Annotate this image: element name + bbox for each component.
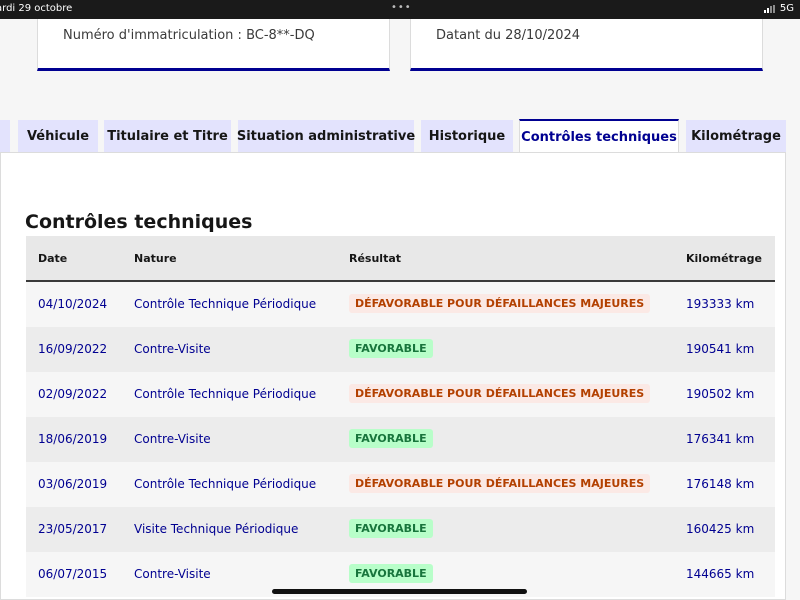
section-title: Contrôles techniques bbox=[25, 211, 253, 233]
tab-bar: Véhicule Titulaire et Titre Situation ad… bbox=[0, 119, 800, 153]
cell-nature: Contre-Visite bbox=[134, 432, 211, 446]
table-row: 16/09/2022 Contre-Visite FAVORABLE 19054… bbox=[26, 327, 775, 372]
status-bar: ardi 29 octobre ••• 5G bbox=[0, 0, 800, 19]
registration-number: Numéro d'immatriculation : BC-8**-DQ bbox=[63, 28, 315, 43]
report-date: Datant du 28/10/2024 bbox=[436, 28, 581, 43]
cell-nature: Visite Technique Périodique bbox=[134, 522, 299, 536]
cell-km: 176341 km bbox=[686, 432, 755, 446]
cell-nature: Contrôle Technique Périodique bbox=[134, 477, 317, 491]
result-badge: DÉFAVORABLE POUR DÉFAILLANCES MAJEURES bbox=[349, 474, 651, 493]
table-row: 03/06/2019 Contrôle Technique Périodique… bbox=[26, 462, 775, 507]
inspections-table: Date Nature Résultat Kilométrage 04/10/2… bbox=[26, 236, 775, 597]
cell-date: 02/09/2022 bbox=[38, 387, 108, 401]
registration-card: Numéro d'immatriculation : BC-8**-DQ bbox=[37, 19, 390, 71]
tab-situation[interactable]: Situation administrative bbox=[237, 120, 415, 152]
result-badge: FAVORABLE bbox=[349, 339, 433, 358]
cell-date: 04/10/2024 bbox=[38, 297, 108, 311]
tab-vehicule[interactable]: Véhicule bbox=[18, 120, 98, 152]
result-badge: DÉFAVORABLE POUR DÉFAILLANCES MAJEURES bbox=[349, 294, 651, 313]
cell-nature: Contre-Visite bbox=[134, 567, 211, 581]
network-label: 5G bbox=[779, 3, 794, 14]
cell-km: 176148 km bbox=[686, 477, 755, 491]
cell-km: 144665 km bbox=[686, 567, 755, 581]
cell-km: 190502 km bbox=[686, 387, 755, 401]
status-right: 5G bbox=[763, 3, 794, 14]
cell-nature: Contre-Visite bbox=[134, 342, 211, 356]
tab-historique[interactable]: Historique bbox=[421, 120, 513, 152]
table-row: 02/09/2022 Contrôle Technique Périodique… bbox=[26, 372, 775, 417]
tab-controles[interactable]: Contrôles techniques bbox=[519, 119, 679, 153]
result-badge: FAVORABLE bbox=[349, 519, 433, 538]
result-badge: DÉFAVORABLE POUR DÉFAILLANCES MAJEURES bbox=[349, 384, 651, 403]
tab-kilometrage[interactable]: Kilométrage bbox=[686, 120, 786, 152]
header-date: Date bbox=[38, 252, 68, 265]
cell-date: 23/05/2017 bbox=[38, 522, 108, 536]
cell-nature: Contrôle Technique Périodique bbox=[134, 297, 317, 311]
cell-date: 03/06/2019 bbox=[38, 477, 108, 491]
home-indicator[interactable] bbox=[272, 589, 527, 594]
multitasking-dots-icon[interactable]: ••• bbox=[391, 2, 412, 13]
header-result: Résultat bbox=[349, 252, 402, 265]
table-header: Date Nature Résultat Kilométrage bbox=[26, 236, 775, 282]
result-badge: FAVORABLE bbox=[349, 429, 433, 448]
result-badge: FAVORABLE bbox=[349, 564, 433, 583]
cell-date: 18/06/2019 bbox=[38, 432, 108, 446]
status-time: ardi 29 octobre bbox=[0, 3, 73, 14]
header-nature: Nature bbox=[134, 252, 177, 265]
tab-hidden-edge[interactable] bbox=[0, 120, 10, 152]
cell-date: 16/09/2022 bbox=[38, 342, 108, 356]
signal-icon bbox=[763, 4, 775, 13]
cell-date: 06/07/2015 bbox=[38, 567, 108, 581]
cell-km: 190541 km bbox=[686, 342, 755, 356]
cell-km: 193333 km bbox=[686, 297, 755, 311]
table-row: 23/05/2017 Visite Technique Périodique F… bbox=[26, 507, 775, 552]
cell-km: 160425 km bbox=[686, 522, 755, 536]
tab-titulaire[interactable]: Titulaire et Titre bbox=[104, 120, 231, 152]
date-card: Datant du 28/10/2024 bbox=[410, 19, 763, 71]
table-row: 04/10/2024 Contrôle Technique Périodique… bbox=[26, 282, 775, 327]
header-km: Kilométrage bbox=[686, 252, 762, 265]
table-body: 04/10/2024 Contrôle Technique Périodique… bbox=[26, 282, 775, 597]
table-row: 18/06/2019 Contre-Visite FAVORABLE 17634… bbox=[26, 417, 775, 462]
cell-nature: Contrôle Technique Périodique bbox=[134, 387, 317, 401]
